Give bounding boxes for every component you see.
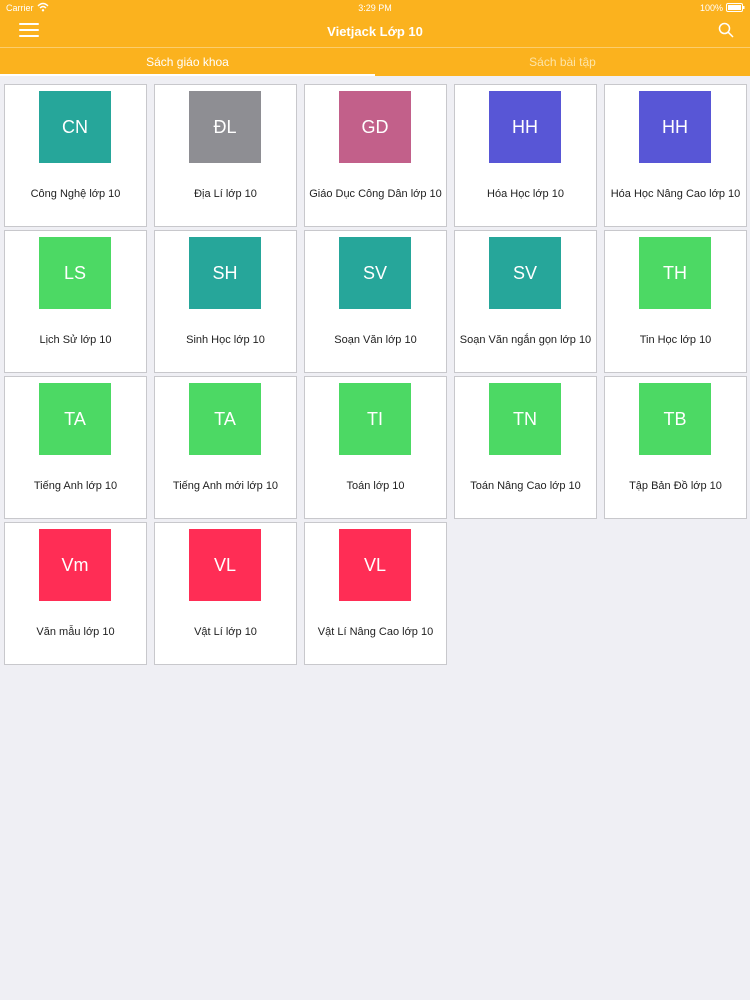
subject-label: Toán lớp 10: [346, 480, 405, 492]
subject-badge: CN: [39, 91, 111, 163]
subject-badge: LS: [39, 237, 111, 309]
subject-badge: TI: [339, 383, 411, 455]
subject-card[interactable]: LS Lịch Sử lớp 10: [4, 230, 147, 373]
subject-card[interactable]: VL Vật Lí Nâng Cao lớp 10: [304, 522, 447, 665]
subject-card[interactable]: TI Toán lớp 10: [304, 376, 447, 519]
navigation-bar: Vietjack Lớp 10: [0, 15, 750, 47]
status-time: 3:29 PM: [358, 3, 392, 13]
subject-card[interactable]: TA Tiếng Anh lớp 10: [4, 376, 147, 519]
subject-label: Tập Bản Đồ lớp 10: [629, 480, 722, 492]
subject-label: Toán Nâng Cao lớp 10: [470, 480, 581, 492]
subject-label: Hóa Học Nâng Cao lớp 10: [610, 188, 741, 200]
subject-label: Tiếng Anh lớp 10: [33, 480, 118, 492]
subject-card[interactable]: TB Tập Bản Đồ lớp 10: [604, 376, 747, 519]
subject-label: Địa Lí lớp 10: [194, 188, 257, 200]
subject-badge: HH: [489, 91, 561, 163]
subject-card[interactable]: GD Giáo Dục Công Dân lớp 10: [304, 84, 447, 227]
subject-card[interactable]: TH Tin Học lớp 10: [604, 230, 747, 373]
subject-badge: Vm: [39, 529, 111, 601]
subject-badge: TA: [189, 383, 261, 455]
subject-badge: TA: [39, 383, 111, 455]
app-header: Carrier 3:29 PM 100% Vietjack Lớp 10 Sác…: [0, 0, 750, 76]
active-tab-indicator: [0, 74, 375, 76]
subject-label: Lịch Sử lớp 10: [39, 334, 112, 346]
subject-badge: TH: [639, 237, 711, 309]
subject-card[interactable]: SH Sinh Học lớp 10: [154, 230, 297, 373]
subject-card[interactable]: ĐL Địa Lí lớp 10: [154, 84, 297, 227]
page-title: Vietjack Lớp 10: [327, 24, 423, 39]
subject-badge: VL: [339, 529, 411, 601]
subject-card[interactable]: CN Công Nghệ lớp 10: [4, 84, 147, 227]
subject-badge: SH: [189, 237, 261, 309]
subject-card[interactable]: HH Hóa Học Nâng Cao lớp 10: [604, 84, 747, 227]
subject-card[interactable]: SV Soạn Văn ngắn gọn lớp 10: [454, 230, 597, 373]
battery-percentage: 100%: [699, 3, 723, 13]
subject-badge: ĐL: [189, 91, 261, 163]
subject-label: Soạn Văn ngắn gọn lớp 10: [459, 334, 592, 346]
subject-badge: GD: [339, 91, 411, 163]
subject-card[interactable]: Vm Văn mẫu lớp 10: [4, 522, 147, 665]
tab-bar: Sách giáo khoa Sách bài tập: [0, 48, 750, 76]
subject-label: Soạn Văn lớp 10: [334, 334, 417, 346]
subject-label: Giáo Dục Công Dân lớp 10: [309, 188, 442, 200]
subject-label: Tin Học lớp 10: [639, 334, 712, 346]
search-icon[interactable]: [718, 22, 734, 38]
status-bar: Carrier 3:29 PM 100%: [0, 0, 750, 15]
subject-badge: TN: [489, 383, 561, 455]
subject-badge: VL: [189, 529, 261, 601]
subject-badge: HH: [639, 91, 711, 163]
subject-badge: SV: [489, 237, 561, 309]
tab-sach-giao-khoa[interactable]: Sách giáo khoa: [0, 48, 375, 76]
subject-card[interactable]: VL Vật Lí lớp 10: [154, 522, 297, 665]
subject-label: Tiếng Anh mới lớp 10: [172, 480, 279, 492]
subject-label: Vật Lí Nâng Cao lớp 10: [317, 626, 434, 638]
subject-card[interactable]: SV Soạn Văn lớp 10: [304, 230, 447, 373]
subject-card[interactable]: TA Tiếng Anh mới lớp 10: [154, 376, 297, 519]
subject-label: Văn mẫu lớp 10: [36, 626, 115, 638]
subject-card[interactable]: TN Toán Nâng Cao lớp 10: [454, 376, 597, 519]
subject-label: Sinh Học lớp 10: [186, 334, 265, 346]
subject-badge: SV: [339, 237, 411, 309]
tab-sach-bai-tap[interactable]: Sách bài tập: [375, 48, 750, 76]
subject-label: Công Nghệ lớp 10: [30, 188, 121, 200]
subject-badge: TB: [639, 383, 711, 455]
subject-label: Vật Lí lớp 10: [194, 626, 257, 638]
subject-card[interactable]: HH Hóa Học lớp 10: [454, 84, 597, 227]
battery-icon: [726, 3, 745, 12]
subject-label: Hóa Học lớp 10: [487, 188, 564, 200]
